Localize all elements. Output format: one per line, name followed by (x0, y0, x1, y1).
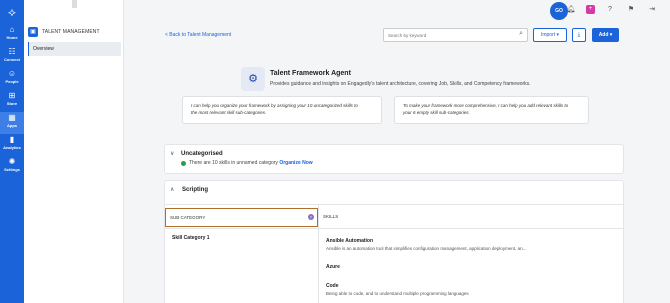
help-icon[interactable]: ? (605, 5, 615, 15)
row-divider (164, 228, 624, 229)
analytics-icon: ▮ (9, 135, 15, 144)
skill-name[interactable]: Ansible Automation (326, 238, 373, 244)
sub-category-header[interactable]: SUB CATEGORY × (165, 208, 318, 227)
search-input[interactable] (384, 29, 509, 41)
left-nav-rail: ⟡ ⌂ Home ☷ Connect ☺ People ⊞ Store ▦ Ap… (0, 0, 24, 303)
skill-description: Being able to code, and to understand mu… (326, 291, 469, 296)
download-icon: ⤓ (577, 32, 581, 38)
engagedly-logo-icon[interactable]: ⟡ (4, 5, 20, 19)
import-button[interactable]: Import ▾ (533, 28, 567, 42)
scripting-panel (164, 180, 624, 303)
rail-item-store[interactable]: ⊞ Store (0, 90, 24, 112)
store-icon: ⊞ (8, 91, 16, 100)
sidebar-module-title: TALENT MANAGEMENT (42, 29, 100, 35)
divider (164, 204, 624, 205)
uncategorised-title: Uncategorised (181, 151, 223, 157)
organize-now-link[interactable]: Organize Now (279, 160, 312, 166)
add-button[interactable]: Add ▾ (592, 28, 619, 42)
suggestion-card-uncategorized[interactable]: I can help you organize your framework b… (182, 96, 382, 124)
home-icon: ⌂ (9, 25, 15, 34)
agent-title: Talent Framework Agent (270, 70, 351, 77)
skill-description: Ansible is an automation tool that simpl… (326, 246, 527, 251)
rail-item-connect[interactable]: ☷ Connect (0, 46, 24, 68)
rail-item-settings[interactable]: ✺ Settings (0, 156, 24, 178)
uncategorised-panel (164, 144, 624, 174)
suggestion-card-empty-subcategories[interactable]: To make your framework more comprehensiv… (394, 96, 589, 124)
plus-square-icon[interactable]: + (586, 5, 595, 14)
flag-icon[interactable]: ⚑ (626, 5, 636, 15)
rail-item-people[interactable]: ☺ People (0, 68, 24, 90)
settings-icon: ✺ (8, 157, 16, 166)
chevron-up-icon[interactable]: ∧ (170, 186, 174, 193)
skill-name[interactable]: Azure (326, 264, 340, 270)
search-box: ⌕ (383, 28, 528, 42)
people-icon: ☺ (7, 69, 17, 78)
rail-item-apps[interactable]: ▦ Apps (0, 112, 24, 134)
column-divider (318, 205, 319, 303)
sidebar-module-header: ▣ TALENT MANAGEMENT (28, 26, 100, 38)
suggestion-line: I can help you organize your framework b… (191, 103, 358, 108)
robot-icon: ⚙ (241, 67, 265, 91)
scripting-title: Scripting (182, 187, 209, 193)
sidebar-top-tab (72, 0, 77, 8)
bell-icon[interactable]: 🔔︎ (566, 5, 576, 15)
status-dot-icon (181, 161, 186, 166)
talent-management-icon: ▣ (28, 27, 38, 37)
download-button[interactable]: ⤓ (572, 28, 586, 42)
sidebar-item-overview[interactable]: Overview (28, 42, 121, 56)
apps-icon: ▦ (8, 113, 16, 122)
suggestion-line: your 6 empty skill sub-categories. (403, 110, 470, 115)
skill-category-name[interactable]: Skill Category 1 (172, 235, 210, 241)
agent-description: Provides guidance and insights on Engage… (270, 81, 531, 87)
back-to-talent-management-link[interactable]: < Back to Talent Management (165, 32, 231, 38)
connect-icon: ☷ (8, 47, 16, 56)
rail-item-analytics[interactable]: ▮ Analytics (0, 134, 24, 156)
exit-icon[interactable]: ⇥ (647, 5, 657, 15)
rail-item-home[interactable]: ⌂ Home (0, 24, 24, 46)
skills-header: SKILLS (323, 214, 339, 219)
skill-name[interactable]: Code (326, 283, 339, 289)
suggestion-line: the most relevant skill sub-categories. (191, 110, 267, 115)
chevron-down-icon[interactable]: ∨ (170, 150, 174, 157)
close-icon[interactable]: × (308, 214, 314, 220)
module-sidebar: ▣ TALENT MANAGEMENT Overview (24, 0, 124, 303)
suggestion-line: To make your framework more comprehensiv… (403, 103, 569, 108)
uncategorised-summary: There are 10 skills in unnamed category … (189, 160, 313, 166)
search-icon[interactable]: ⌕ (519, 30, 523, 38)
